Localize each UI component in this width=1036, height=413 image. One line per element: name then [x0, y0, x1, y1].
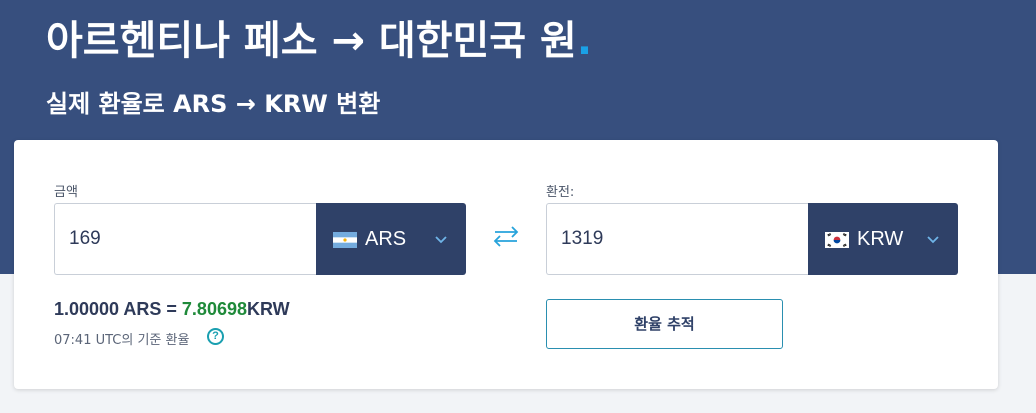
exchange-rate: 1.00000 ARS = 7.80698KRW	[54, 299, 290, 320]
amount-input[interactable]	[69, 228, 269, 250]
korea-flag-icon	[825, 232, 849, 248]
to-currency-code: KRW	[857, 228, 904, 250]
converted-field[interactable]	[546, 203, 808, 275]
help-icon[interactable]: ?	[207, 328, 224, 345]
converter-card: 금액 ARS 환전:	[14, 140, 998, 389]
converted-input[interactable]	[561, 228, 761, 250]
swap-icon[interactable]	[489, 223, 523, 249]
track-rate-button[interactable]: 환율 추적	[546, 299, 783, 349]
amount-field[interactable]	[54, 203, 316, 275]
from-currency-code: ARS	[365, 228, 407, 250]
converted-label: 환전:	[546, 185, 575, 200]
chevron-down-icon	[435, 236, 447, 244]
amount-label: 금액	[54, 185, 78, 200]
page-title-text: 아르헨티나 페소 → 대한민국 원	[46, 18, 577, 64]
rate-value: 7.80698	[181, 299, 247, 319]
rate-timestamp-note: 07:41 UTC의 기준 환율	[54, 333, 190, 348]
argentina-flag-icon	[333, 232, 357, 248]
to-currency-select[interactable]: KRW	[808, 203, 958, 275]
rate-prefix: 1.00000 ARS =	[54, 299, 182, 319]
page-subtitle: 실제 환율로 ARS → KRW 변환	[46, 90, 381, 118]
chevron-down-icon	[927, 236, 939, 244]
rate-suffix: KRW	[247, 299, 290, 319]
from-currency-select[interactable]: ARS	[316, 203, 466, 275]
title-dot: .	[576, 18, 593, 64]
page-title: 아르헨티나 페소 → 대한민국 원.	[46, 8, 592, 66]
